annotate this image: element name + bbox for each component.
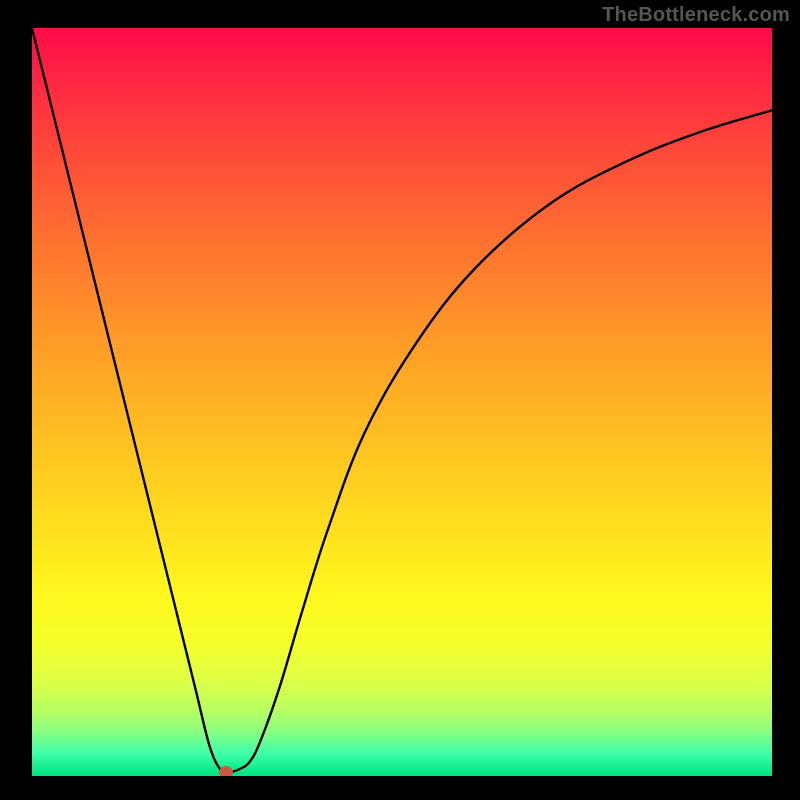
chart-frame: TheBottleneck.com <box>0 0 800 800</box>
plot-area <box>32 28 772 776</box>
optimum-marker <box>219 766 233 776</box>
watermark-text: TheBottleneck.com <box>602 4 790 27</box>
bottleneck-curve <box>32 28 772 776</box>
curve-path <box>32 28 772 773</box>
